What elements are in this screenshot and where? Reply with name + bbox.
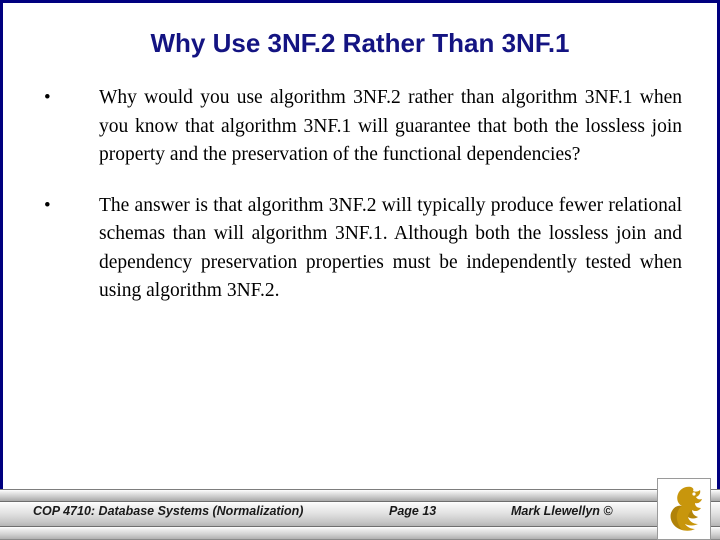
footer-bottom-band: [0, 527, 720, 540]
bullet-marker-icon: •: [44, 194, 51, 216]
slide-body: • Why would you use algorithm 3NF.2 rath…: [0, 84, 720, 328]
bullet-text: Why would you use algorithm 3NF.2 rather…: [99, 87, 682, 165]
slide-title: Why Use 3NF.2 Rather Than 3NF.1: [150, 28, 570, 58]
slide-footer: COP 4710: Database Systems (Normalizatio…: [0, 489, 720, 540]
bullet-item: • The answer is that algorithm 3NF.2 wil…: [0, 192, 720, 306]
footer-page-number: Page 13: [389, 504, 437, 518]
bullet-marker-icon: •: [44, 87, 51, 108]
slide-frame-top-border: [0, 0, 720, 3]
ucf-pegasus-logo-icon: [670, 486, 702, 531]
bullet-text: The answer is that algorithm 3NF.2 will …: [99, 194, 682, 302]
footer-course-label: COP 4710: Database Systems (Normalizatio…: [33, 504, 304, 518]
bullet-item: • Why would you use algorithm 3NF.2 rath…: [0, 84, 720, 170]
footer-author-label: Mark Llewellyn ©: [511, 504, 613, 518]
slide-canvas: Why Use 3NF.2 Rather Than 3NF.1 • Why wo…: [0, 0, 720, 540]
ucf-pegasus-logo: [657, 478, 711, 540]
footer-top-band: [0, 489, 720, 502]
